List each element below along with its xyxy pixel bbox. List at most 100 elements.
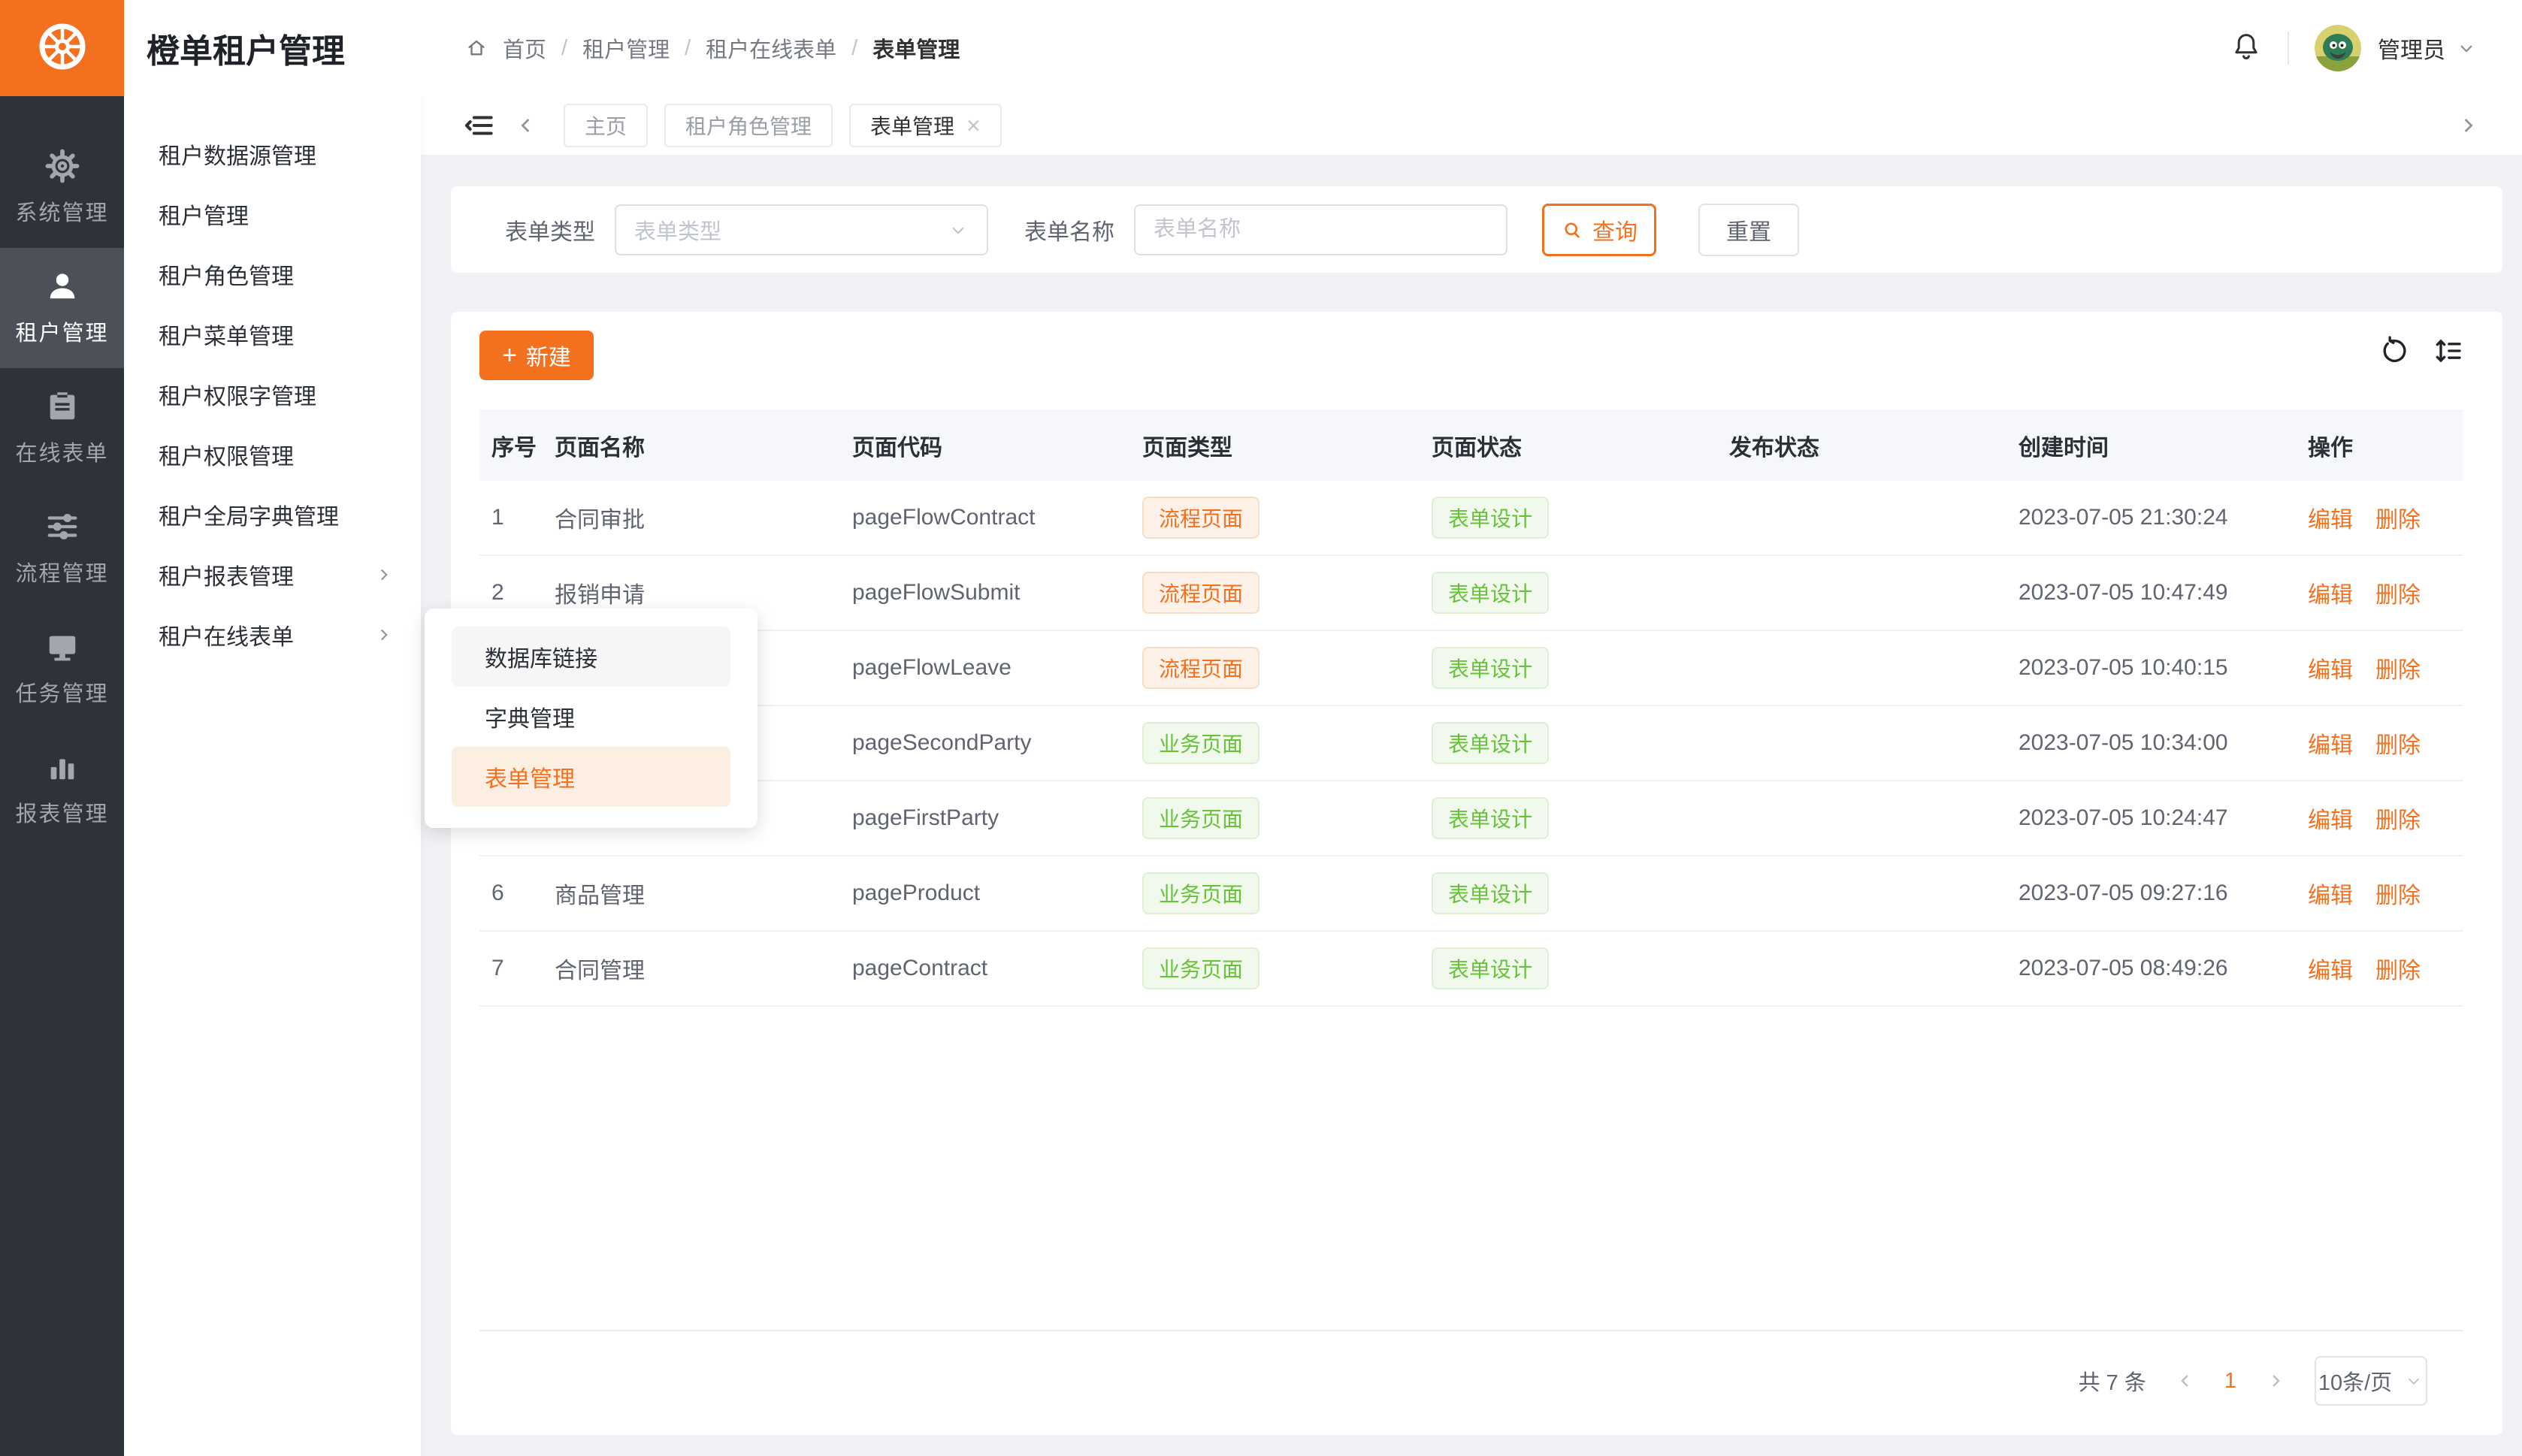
reset-button[interactable]: 重置: [1698, 204, 1799, 256]
row-created-time: 2023-07-05 10:47:49: [2019, 580, 2308, 606]
gear-icon: [45, 149, 80, 183]
sidebar-item-report[interactable]: 租户报表管理: [124, 545, 421, 605]
sidebar-item-label: 租户权限管理: [159, 438, 294, 471]
rail-nav: 系统管理 租户管理: [0, 128, 124, 849]
bell-icon[interactable]: [2230, 31, 2262, 66]
refresh-icon[interactable]: [2379, 336, 2409, 366]
edit-link[interactable]: 编辑: [2308, 802, 2353, 835]
tab-tenant-role[interactable]: 租户角色管理: [664, 104, 833, 147]
page-status-tag: 表单设计: [1432, 572, 1549, 614]
page-size-select[interactable]: 10条/页: [2315, 1356, 2427, 1406]
row-page-name: 报销申请: [555, 576, 852, 609]
sidebar-item-perm[interactable]: 租户权限管理: [124, 424, 421, 485]
breadcrumb-item-form-mgmt: 表单管理: [872, 32, 960, 64]
chevron-down-icon[interactable]: [2456, 38, 2477, 59]
rail-item-system[interactable]: 系统管理: [0, 128, 124, 248]
edit-link[interactable]: 编辑: [2308, 877, 2353, 910]
edit-link[interactable]: 编辑: [2308, 501, 2353, 534]
edit-link[interactable]: 编辑: [2308, 952, 2353, 985]
delete-link[interactable]: 删除: [2375, 726, 2421, 760]
form-type-select[interactable]: 表单类型: [615, 204, 988, 255]
rail-item-tenant[interactable]: 租户管理: [0, 248, 124, 368]
page-type-tag: 业务页面: [1142, 722, 1259, 764]
row-page-code: pageFlowLeave: [852, 655, 1142, 681]
tabs-scroll-left-icon[interactable]: [514, 113, 538, 137]
topbar: 橙单租户管理 首页 / 租户管理 / 租户在线表单 / 表单管理: [124, 0, 2522, 96]
bar-chart-icon: [45, 750, 80, 784]
sidebar-item-perm-word[interactable]: 租户权限字管理: [124, 364, 421, 424]
row-page-code: pageProduct: [852, 881, 1142, 906]
topbar-right: 管理员: [2230, 25, 2477, 71]
breadcrumb: 首页 / 租户管理 / 租户在线表单 / 表单管理: [465, 32, 960, 64]
chevron-down-icon: [2404, 1371, 2424, 1391]
rail-item-report[interactable]: 报表管理: [0, 729, 124, 849]
edit-link[interactable]: 编辑: [2308, 651, 2353, 684]
form-name-label: 表单名称: [1024, 213, 1114, 246]
new-button[interactable]: + 新建: [479, 331, 594, 380]
row-created-time: 2023-07-05 21:30:24: [2019, 505, 2308, 530]
tenant-submenu: 租户数据源管理 租户管理 租户角色管理 租户菜单管理 租户权限字管理 租户权限管…: [124, 96, 421, 1456]
edit-link[interactable]: 编辑: [2308, 726, 2353, 760]
sidebar-item-label: 租户在线表单: [159, 618, 294, 651]
column-settings-icon[interactable]: [2433, 336, 2463, 366]
breadcrumb-item-tenant[interactable]: 租户管理: [582, 32, 670, 64]
page-status-tag: 表单设计: [1432, 647, 1549, 689]
popup-item-database-link[interactable]: 数据库链接: [452, 627, 730, 687]
delete-link[interactable]: 删除: [2375, 651, 2421, 684]
rail-item-online-form[interactable]: 在线表单: [0, 368, 124, 488]
sidebar-item-menu[interactable]: 租户菜单管理: [124, 304, 421, 364]
breadcrumb-item-home[interactable]: 首页: [503, 32, 546, 64]
tab-label: 表单管理: [870, 110, 954, 140]
pagination-total: 共 7 条: [2079, 1365, 2146, 1397]
pages-table: 序号 页面名称 页面代码 页面类型 页面状态 发布状态 创建时间 操作 1 合同…: [479, 409, 2463, 1007]
next-page-icon[interactable]: [2265, 1370, 2286, 1391]
menu-fold-icon[interactable]: [463, 110, 494, 141]
breadcrumb-item-online-form[interactable]: 租户在线表单: [706, 32, 836, 64]
avatar[interactable]: [2315, 25, 2361, 71]
delete-link[interactable]: 删除: [2375, 802, 2421, 835]
rail-item-task[interactable]: 任务管理: [0, 609, 124, 729]
form-name-input[interactable]: [1134, 204, 1507, 255]
close-icon[interactable]: ×: [966, 113, 981, 137]
delete-link[interactable]: 删除: [2375, 952, 2421, 985]
sidebar-item-online-form[interactable]: 租户在线表单: [124, 605, 421, 665]
row-page-code: pageFlowSubmit: [852, 580, 1142, 606]
row-seq: 1: [479, 505, 555, 530]
sidebar-item-datasource[interactable]: 租户数据源管理: [124, 124, 421, 184]
sidebar-item-tenant[interactable]: 租户管理: [124, 184, 421, 244]
sidebar-item-role[interactable]: 租户角色管理: [124, 244, 421, 304]
tab-label: 租户角色管理: [685, 110, 812, 140]
row-created-time: 2023-07-05 08:49:26: [2019, 956, 2308, 981]
row-page-name: 商品管理: [555, 877, 852, 910]
chevron-down-icon: [948, 219, 969, 240]
page-size-value: 10条/页: [2318, 1365, 2392, 1397]
table-header-row: 序号 页面名称 页面代码 页面类型 页面状态 发布状态 创建时间 操作: [479, 409, 2463, 481]
delete-link[interactable]: 删除: [2375, 501, 2421, 534]
table-row: pageSecondParty 业务页面 表单设计 2023-07-05 10:…: [479, 706, 2463, 781]
page-status-tag: 表单设计: [1432, 947, 1549, 989]
search-button[interactable]: 查询: [1542, 204, 1656, 256]
column-header: 页面类型: [1142, 429, 1432, 462]
popup-item-label: 表单管理: [485, 760, 575, 793]
popup-item-dict-mgmt[interactable]: 字典管理: [452, 687, 730, 747]
rail-item-flow[interactable]: 流程管理: [0, 488, 124, 609]
row-page-name: 合同审批: [555, 501, 852, 534]
sidebar-item-global-dict[interactable]: 租户全局字典管理: [124, 485, 421, 545]
page-status-tag: 表单设计: [1432, 497, 1549, 539]
sidebar-item-label: 租户报表管理: [159, 558, 294, 591]
tab-home[interactable]: 主页: [564, 104, 648, 147]
edit-link[interactable]: 编辑: [2308, 576, 2353, 609]
popup-item-form-mgmt[interactable]: 表单管理: [452, 747, 730, 807]
chevron-right-icon: [374, 625, 394, 645]
column-header: 页面名称: [555, 429, 852, 462]
delete-link[interactable]: 删除: [2375, 877, 2421, 910]
row-seq: 6: [479, 881, 555, 906]
prev-page-icon[interactable]: [2175, 1370, 2196, 1391]
user-name[interactable]: 管理员: [2378, 32, 2445, 65]
tabs-scroll-right-icon[interactable]: [2456, 113, 2480, 137]
monitor-icon: [45, 630, 80, 664]
page-number[interactable]: 1: [2224, 1369, 2236, 1394]
tab-form-mgmt[interactable]: 表单管理 ×: [849, 104, 1002, 147]
table-row: 7 合同管理 pageContract 业务页面 表单设计 2023-07-05…: [479, 932, 2463, 1007]
delete-link[interactable]: 删除: [2375, 576, 2421, 609]
